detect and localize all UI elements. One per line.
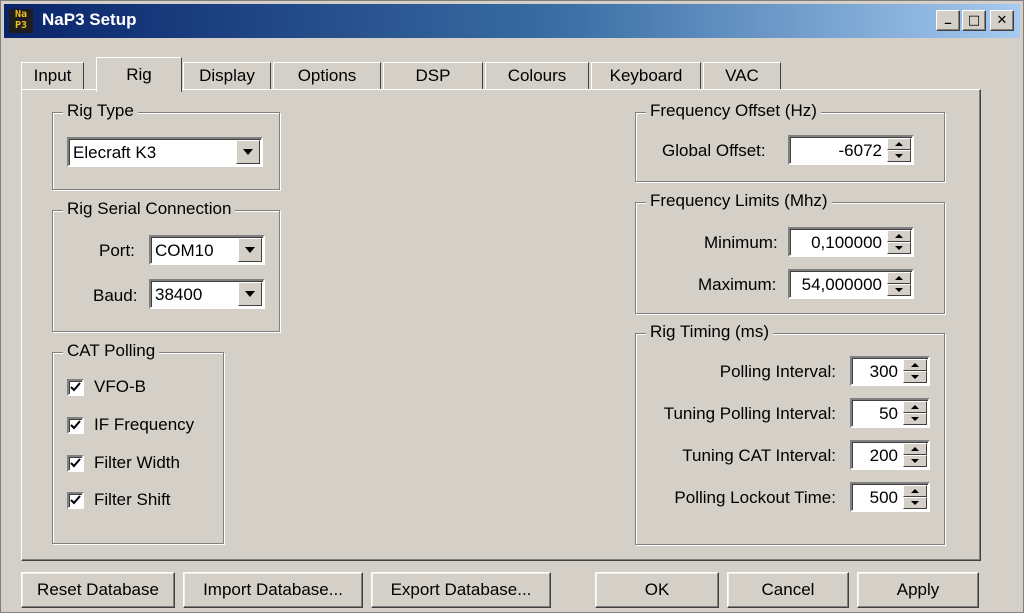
filter-width-label: Filter Width — [94, 453, 180, 472]
tab-colours[interactable]: Colours — [485, 62, 589, 90]
spin-up-icon[interactable] — [903, 443, 927, 455]
tuning-polling-interval-label: Tuning Polling Interval: — [663, 404, 836, 423]
chevron-down-icon[interactable] — [238, 238, 262, 262]
chevron-down-icon[interactable] — [238, 282, 262, 306]
maximize-icon: □ — [967, 13, 981, 28]
baud-value: 38400 — [155, 285, 203, 304]
minimize-icon: _ — [944, 10, 952, 25]
rig-type-select[interactable]: Elecraft K3 — [67, 137, 263, 167]
close-button[interactable]: ✕ — [990, 10, 1014, 31]
setup-window: Na P3 NaP3 Setup _ □ ✕ Input Rig Display… — [0, 0, 1024, 613]
global-offset-value: -6072 — [838, 141, 882, 160]
minimize-button[interactable]: _ — [936, 10, 960, 31]
maximum-value: 54,000000 — [801, 275, 882, 294]
rig-serial-title: Rig Serial Connection — [63, 199, 236, 219]
import-database-button[interactable]: Import Database... — [183, 572, 363, 608]
filter-width-checkbox[interactable] — [67, 454, 84, 472]
frequency-limits-group: Frequency Limits (Mhz) Minimum: 0,100000… — [635, 191, 945, 314]
filter-width-checkbox-row[interactable]: Filter Width — [67, 453, 180, 473]
frequency-limits-title: Frequency Limits (Mhz) — [646, 191, 832, 211]
spin-up-icon[interactable] — [887, 138, 911, 150]
tab-display[interactable]: Display — [183, 62, 271, 90]
export-database-button[interactable]: Export Database... — [371, 572, 551, 608]
rig-serial-group: Rig Serial Connection Port: COM10 Baud: … — [52, 199, 280, 332]
spin-down-icon[interactable] — [903, 455, 927, 467]
if-frequency-checkbox[interactable] — [67, 416, 84, 434]
ok-button[interactable]: OK — [595, 572, 719, 608]
cancel-button[interactable]: Cancel — [727, 572, 849, 608]
rig-type-title: Rig Type — [63, 101, 138, 121]
minimum-input[interactable]: 0,100000 — [788, 227, 914, 257]
rig-type-value: Elecraft K3 — [73, 143, 157, 162]
spin-down-icon[interactable] — [887, 150, 911, 162]
global-offset-input[interactable]: -6072 — [788, 135, 914, 165]
reset-database-button[interactable]: Reset Database — [21, 572, 175, 608]
title-bar[interactable]: Na P3 NaP3 Setup _ □ ✕ — [4, 4, 1020, 38]
tuning-cat-interval-label: Tuning CAT Interval: — [682, 446, 836, 465]
filter-shift-checkbox[interactable] — [67, 491, 84, 509]
spin-up-icon[interactable] — [903, 485, 927, 497]
apply-button[interactable]: Apply — [857, 572, 979, 608]
polling-interval-value: 300 — [869, 362, 898, 381]
tuning-polling-interval-value: 50 — [879, 404, 898, 423]
port-value: COM10 — [155, 241, 214, 260]
spin-up-icon[interactable] — [903, 359, 927, 371]
chevron-down-icon[interactable] — [236, 140, 260, 164]
spin-down-icon[interactable] — [903, 371, 927, 383]
spin-up-icon[interactable] — [903, 401, 927, 413]
rig-tab-panel: Rig Type Elecraft K3 Rig Serial Connecti… — [21, 89, 981, 561]
maximum-input[interactable]: 54,000000 — [788, 269, 914, 299]
port-label: Port: — [99, 241, 135, 260]
polling-interval-label: Polling Interval: — [719, 362, 836, 381]
polling-interval-input[interactable]: 300 — [850, 356, 930, 386]
filter-shift-checkbox-row[interactable]: Filter Shift — [67, 490, 171, 510]
spin-down-icon[interactable] — [903, 497, 927, 509]
tab-keyboard[interactable]: Keyboard — [591, 62, 701, 90]
tab-vac[interactable]: VAC — [703, 62, 781, 90]
spin-up-icon[interactable] — [887, 272, 911, 284]
polling-lockout-time-label: Polling Lockout Time: — [674, 488, 836, 507]
spin-down-icon[interactable] — [903, 413, 927, 425]
port-select[interactable]: COM10 — [149, 235, 265, 265]
cat-polling-group: CAT Polling VFO-B IF Frequency Filter Wi… — [52, 341, 224, 544]
maximize-button[interactable]: □ — [962, 10, 986, 31]
maximum-label: Maximum: — [698, 275, 777, 294]
app-icon: Na P3 — [9, 9, 33, 33]
frequency-offset-title: Frequency Offset (Hz) — [646, 101, 821, 121]
close-icon: ✕ — [996, 13, 1008, 28]
tab-options[interactable]: Options — [273, 62, 381, 90]
cat-polling-title: CAT Polling — [63, 341, 160, 361]
vfo-b-label: VFO-B — [94, 377, 146, 396]
rig-timing-group: Rig Timing (ms) Polling Interval: 300 Tu… — [635, 322, 945, 545]
spin-down-icon[interactable] — [887, 284, 911, 296]
rig-timing-title: Rig Timing (ms) — [646, 322, 774, 342]
vfo-b-checkbox[interactable] — [67, 378, 84, 396]
frequency-offset-group: Frequency Offset (Hz) Global Offset: -60… — [635, 101, 945, 182]
if-frequency-label: IF Frequency — [94, 415, 195, 434]
window-title: NaP3 Setup — [42, 10, 137, 29]
baud-select[interactable]: 38400 — [149, 279, 265, 309]
filter-shift-label: Filter Shift — [94, 490, 171, 509]
spin-down-icon[interactable] — [887, 242, 911, 254]
minimum-value: 0,100000 — [811, 233, 882, 252]
polling-lockout-time-input[interactable]: 500 — [850, 482, 930, 512]
rig-type-group: Rig Type Elecraft K3 — [52, 101, 280, 190]
spin-up-icon[interactable] — [887, 230, 911, 242]
tab-rig[interactable]: Rig — [96, 57, 182, 92]
tab-dsp[interactable]: DSP — [383, 62, 483, 90]
vfo-b-checkbox-row[interactable]: VFO-B — [67, 377, 146, 397]
baud-label: Baud: — [93, 286, 138, 305]
tuning-cat-interval-input[interactable]: 200 — [850, 440, 930, 470]
minimum-label: Minimum: — [704, 233, 778, 252]
if-frequency-checkbox-row[interactable]: IF Frequency — [67, 415, 194, 435]
tuning-polling-interval-input[interactable]: 50 — [850, 398, 930, 428]
polling-lockout-time-value: 500 — [869, 488, 898, 507]
tab-input[interactable]: Input — [21, 62, 84, 90]
tuning-cat-interval-value: 200 — [869, 446, 898, 465]
global-offset-label: Global Offset: — [662, 141, 766, 160]
